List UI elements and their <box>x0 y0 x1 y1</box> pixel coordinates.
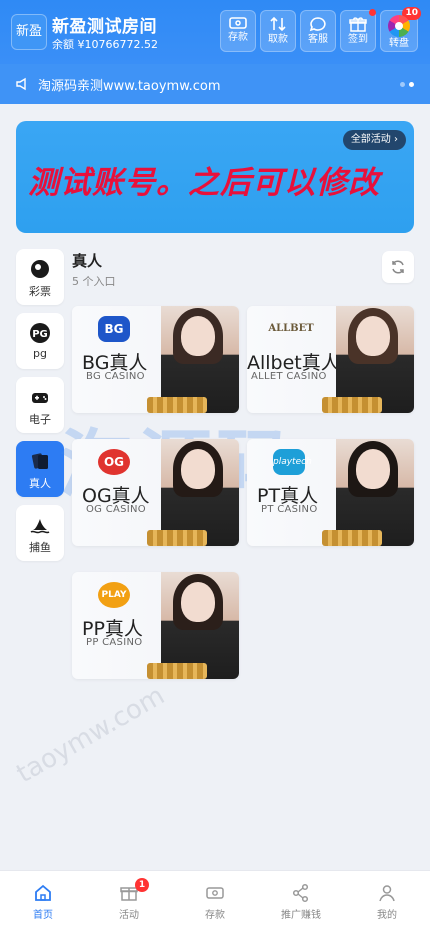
nav-mine[interactable]: 我的 <box>344 871 430 933</box>
category-electronic[interactable]: 电子 <box>16 377 64 433</box>
allbet-logo: ALLBET <box>268 323 314 334</box>
nav-label: 活动 <box>119 910 139 921</box>
game-subtitle: PP CASINO <box>86 637 143 648</box>
pt-logo: playtech <box>273 449 312 475</box>
wheel-label: 转盘 <box>389 38 409 49</box>
promo-banner[interactable]: 全部活动 › 测试账号。之后可以修改 <box>16 121 414 233</box>
game-card-pp[interactable]: PLAY PP真人 PP CASINO <box>72 572 239 679</box>
dealer-image <box>147 306 239 413</box>
dealer-image <box>322 439 414 546</box>
cash-icon <box>229 17 247 29</box>
refresh-icon <box>392 260 404 274</box>
pager-dot <box>400 82 405 87</box>
balance-value: ¥10766772.52 <box>77 38 158 51</box>
withdraw-label: 取款 <box>268 34 288 45</box>
game-card-bg[interactable]: BG BG真人 BG CASINO <box>72 306 239 413</box>
bottom-nav: 首页 1 活动 存款 推广赚钱 我的 <box>0 870 430 933</box>
deposit-button[interactable]: 存款 <box>220 10 256 52</box>
checkin-label: 签到 <box>348 34 368 45</box>
game-subtitle: OG CASINO <box>86 504 146 515</box>
section-subtitle: 5 个入口 <box>72 275 116 288</box>
checkin-button[interactable]: 签到 <box>340 9 376 52</box>
nav-home[interactable]: 首页 <box>0 871 86 933</box>
checkin-dot <box>369 9 376 16</box>
activities-badge: 1 <box>135 878 149 892</box>
customer-service-label: 客服 <box>308 34 328 45</box>
og-logo: OG <box>98 449 130 475</box>
nav-deposit[interactable]: 存款 <box>172 871 258 933</box>
category-live[interactable]: 真人 <box>16 441 64 497</box>
lottery-ball-icon <box>31 260 49 278</box>
app-header: 新盈 新盈测试房间 余额 ¥10766772.52 存款 取款 客服 签到 10… <box>0 0 430 64</box>
category-lottery[interactable]: 彩票 <box>16 249 64 305</box>
pp-logo: PLAY <box>98 582 130 608</box>
transfer-icon <box>270 16 286 32</box>
pager-dot-active <box>409 82 414 87</box>
category-label: 彩票 <box>29 285 51 298</box>
category-label: 电子 <box>29 413 51 426</box>
dealer-image <box>147 439 239 546</box>
shark-fin-icon <box>30 519 50 534</box>
watermark-small: taoymw.com <box>11 680 170 790</box>
lucky-wheel-button[interactable]: 10 转盘 <box>380 7 421 52</box>
nav-label: 首页 <box>33 910 53 921</box>
deposit-label: 存款 <box>228 32 248 43</box>
nav-label: 存款 <box>205 910 225 921</box>
balance-label: 余额 <box>52 38 74 51</box>
section-title: 真人 <box>72 252 103 270</box>
category-label: 捕鱼 <box>29 541 51 554</box>
wheel-icon <box>388 15 410 37</box>
speaker-icon <box>16 77 26 91</box>
dealer-image <box>322 306 414 413</box>
share-icon <box>292 883 309 903</box>
customer-service-button[interactable]: 客服 <box>300 10 336 52</box>
gamepad-icon <box>32 393 48 403</box>
game-subtitle: ALLET CASINO <box>251 371 327 382</box>
notice-bar[interactable]: 淘源码亲测www.taoymw.com <box>0 64 430 104</box>
chat-icon <box>309 17 326 32</box>
cards-icon <box>31 453 48 469</box>
refresh-button[interactable] <box>382 251 414 283</box>
category-fishing[interactable]: 捕鱼 <box>16 505 64 561</box>
game-subtitle: BG CASINO <box>86 371 145 382</box>
gift-icon <box>349 17 367 32</box>
game-subtitle: PT CASINO <box>261 504 318 515</box>
bg-logo: BG <box>98 316 130 342</box>
nav-label: 推广赚钱 <box>281 910 321 921</box>
banner-text: 测试账号。之后可以修改 <box>28 165 380 201</box>
game-card-pt[interactable]: playtech PT真人 PT CASINO <box>247 439 414 546</box>
home-icon <box>35 884 51 901</box>
game-card-og[interactable]: OG OG真人 OG CASINO <box>72 439 239 546</box>
notice-text: 淘源码亲测www.taoymw.com <box>38 79 221 94</box>
user-icon <box>379 885 395 902</box>
category-rail: 彩票 PG pg 电子 真人 捕鱼 <box>16 249 64 569</box>
balance-display: 余额 ¥10766772.52 <box>52 36 158 52</box>
svg-text:PG: PG <box>32 329 48 340</box>
dealer-image <box>147 572 239 679</box>
withdraw-button[interactable]: 取款 <box>260 10 296 52</box>
all-activities-button[interactable]: 全部活动 › <box>342 130 406 150</box>
category-pg[interactable]: PG pg <box>16 313 64 369</box>
notice-pager <box>400 82 414 87</box>
nav-label: 我的 <box>377 910 397 921</box>
nav-promote[interactable]: 推广赚钱 <box>258 871 344 933</box>
pg-icon: PG <box>30 323 50 343</box>
all-activities-label: 全部活动 <box>350 134 391 145</box>
header-actions: 存款 取款 客服 签到 10 转盘 <box>220 7 421 52</box>
wallet-icon <box>206 887 224 899</box>
brand-logo: 新盈 <box>11 14 47 50</box>
category-label: pg <box>33 347 47 360</box>
category-label: 真人 <box>29 477 51 490</box>
room-title: 新盈测试房间 <box>52 17 157 37</box>
game-card-allbet[interactable]: ALLBET Allbet真人 ALLET CASINO <box>247 306 414 413</box>
nav-activities[interactable]: 1 活动 <box>86 871 172 933</box>
